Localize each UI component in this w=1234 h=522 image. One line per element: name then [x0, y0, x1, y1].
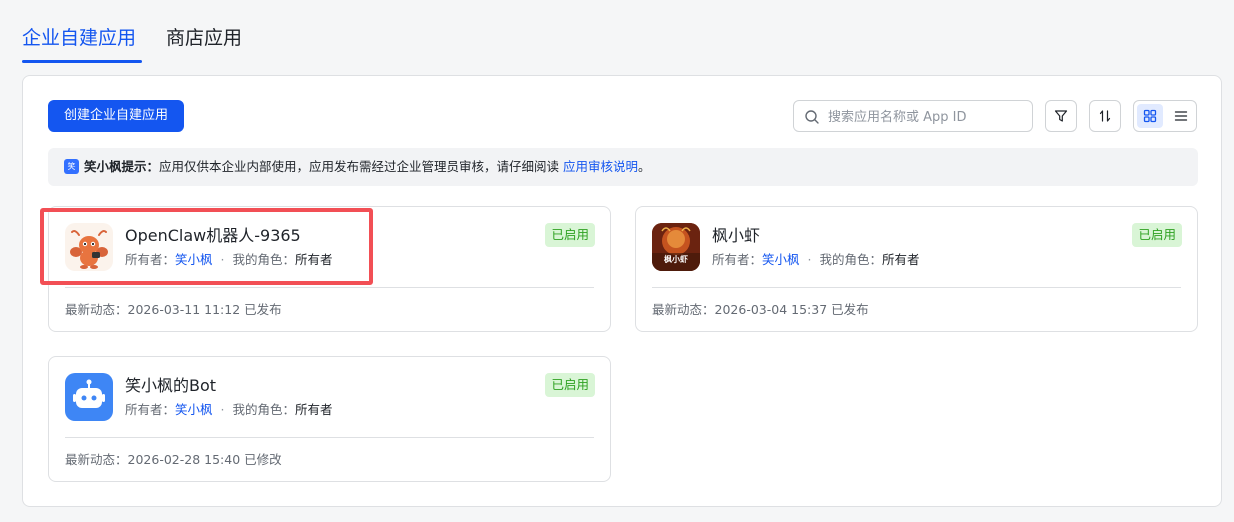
lobster-avatar-icon — [65, 223, 113, 271]
shrimp-icon-label: 枫小虾 — [664, 255, 688, 264]
filter-button[interactable] — [1045, 100, 1077, 132]
activity-label: 最新动态： — [65, 302, 128, 317]
app-name: 枫小虾 — [712, 226, 761, 245]
app-meta: 所有者：笑小枫 · 我的角色：所有者 — [125, 251, 333, 269]
latest-activity: 最新动态：2026-03-04 15:37 已发布 — [652, 301, 869, 319]
app-card[interactable]: 笑小枫的Bot 所有者：笑小枫 · 我的角色：所有者 已启用 最新动态：2026-0… — [48, 356, 611, 482]
card-divider — [65, 437, 594, 438]
robot-icon — [65, 373, 113, 421]
app-name: 笑小枫的Bot — [125, 376, 217, 395]
activity-value: 2026-03-11 11:12 已发布 — [127, 302, 282, 317]
search-box — [793, 100, 1033, 132]
app-meta: 所有者：笑小枫 · 我的角色：所有者 — [712, 251, 920, 269]
card-divider — [652, 287, 1181, 288]
activity-label: 最新动态： — [652, 302, 715, 317]
create-app-button[interactable]: 创建企业自建应用 — [48, 100, 184, 132]
app-name: OpenClaw机器人-9365 — [125, 226, 301, 245]
card-divider — [65, 287, 594, 288]
tab-enterprise-apps[interactable]: 企业自建应用 — [22, 26, 136, 50]
grid-view-icon — [1143, 109, 1157, 123]
tab-store-apps[interactable]: 商店应用 — [166, 26, 242, 50]
owner-link[interactable]: 笑小枫 — [762, 252, 800, 267]
owner-label: 所有者： — [712, 252, 763, 267]
owner-link[interactable]: 笑小枫 — [175, 402, 213, 417]
shrimp-avatar-icon: 枫小虾 — [652, 223, 700, 271]
activity-value: 2026-02-28 15:40 已修改 — [127, 452, 282, 467]
list-view-icon — [1174, 111, 1188, 121]
sort-button[interactable] — [1089, 100, 1121, 132]
filter-icon — [1054, 110, 1068, 122]
role-label: 我的角色： — [819, 252, 883, 267]
role-label: 我的角色： — [232, 402, 296, 417]
separator-dot: · — [220, 402, 225, 417]
app-card[interactable]: 枫小虾 枫小虾 所有者：笑小枫 · 我的角色：所有者 已启用 最新动态：2026-0… — [635, 206, 1198, 332]
activity-label: 最新动态： — [65, 452, 128, 467]
latest-activity: 最新动态：2026-02-28 15:40 已修改 — [65, 451, 282, 469]
search-icon — [805, 110, 819, 124]
owner-label: 所有者： — [125, 252, 176, 267]
role-value: 所有者 — [882, 252, 920, 267]
separator-dot: · — [807, 252, 812, 267]
role-value: 所有者 — [295, 252, 333, 267]
notice-text: 笑小枫提示：应用仅供本企业内部使用，应用发布需经过企业管理员审核，请仔细阅读 应… — [84, 148, 651, 186]
review-guide-link[interactable]: 应用审核说明 — [563, 159, 638, 174]
view-mode-toggle — [1133, 100, 1197, 132]
brand-icon: 笑 — [64, 159, 79, 174]
apps-panel: 创建企业自建应用 搜索应用名称或 App ID 笑 笑小枫提示：应用仅供本企业内… — [22, 75, 1222, 507]
app-meta: 所有者：笑小枫 · 我的角色：所有者 — [125, 401, 333, 419]
latest-activity: 最新动态：2026-03-11 11:12 已发布 — [65, 301, 282, 319]
owner-label: 所有者： — [125, 402, 176, 417]
list-view-button[interactable] — [1168, 104, 1194, 128]
status-badge: 已启用 — [545, 373, 595, 397]
separator-dot: · — [220, 252, 225, 267]
notice-body: 应用仅供本企业内部使用，应用发布需经过企业管理员审核，请仔细阅读 — [159, 159, 563, 174]
owner-link[interactable]: 笑小枫 — [175, 252, 213, 267]
notice-title: 笑小枫提示： — [84, 159, 160, 174]
grid-view-button[interactable] — [1137, 104, 1163, 128]
sort-icon — [1099, 110, 1111, 122]
role-label: 我的角色： — [232, 252, 296, 267]
review-notice: 笑 笑小枫提示：应用仅供本企业内部使用，应用发布需经过企业管理员审核，请仔细阅读… — [48, 148, 1198, 186]
status-badge: 已启用 — [1132, 223, 1182, 247]
status-badge: 已启用 — [545, 223, 595, 247]
active-tab-indicator — [22, 60, 142, 63]
role-value: 所有者 — [295, 402, 333, 417]
app-type-tabs: 企业自建应用 商店应用 — [0, 0, 1234, 63]
activity-value: 2026-03-04 15:37 已发布 — [714, 302, 869, 317]
search-input[interactable] — [828, 107, 1024, 127]
notice-suffix: 。 — [638, 159, 651, 174]
app-card[interactable]: OpenClaw机器人-9365 所有者：笑小枫 · 我的角色：所有者 已启用 最新… — [48, 206, 611, 332]
